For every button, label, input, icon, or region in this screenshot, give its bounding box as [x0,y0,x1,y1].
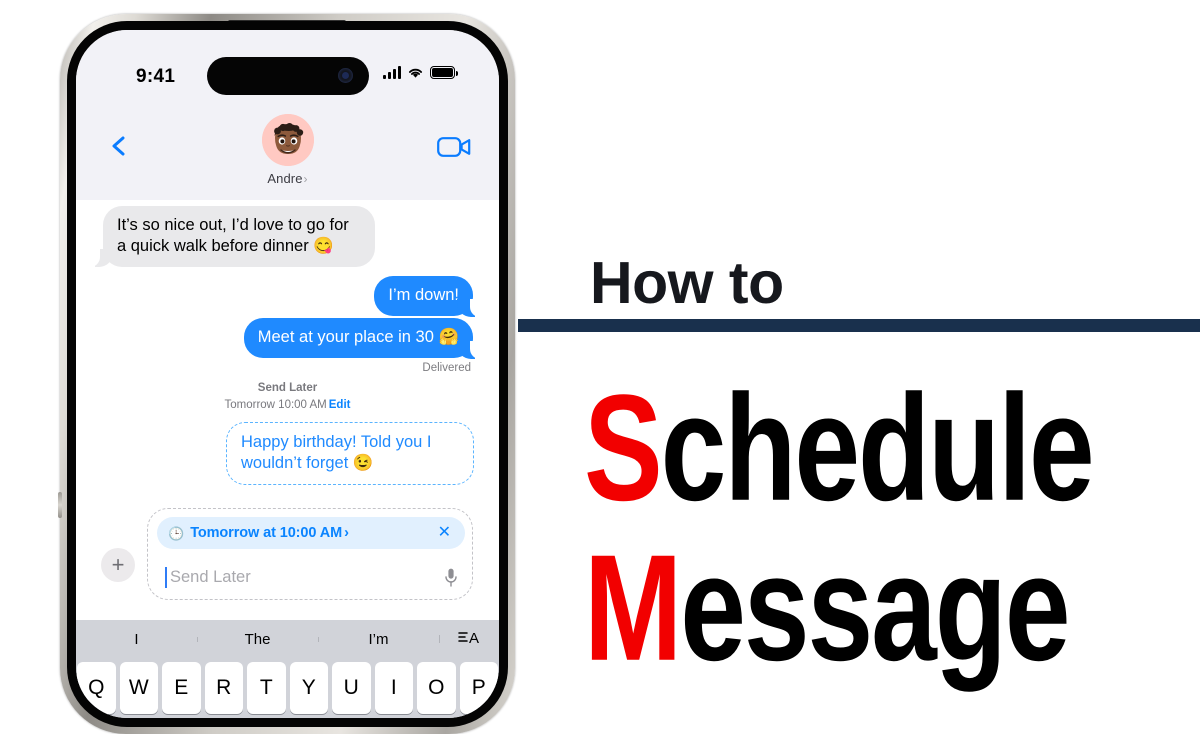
compose-field-container[interactable]: 🕒 Tomorrow at 10:00 AM › ✕ Send Later [147,508,473,600]
microphone-icon[interactable] [445,568,457,587]
key-o[interactable]: O [417,662,456,714]
add-attachment-button[interactable]: + [101,548,135,582]
key-u[interactable]: U [332,662,371,714]
clock-icon: 🕒 [168,525,185,541]
message-text: Meet at your place in 30 🤗 [257,328,459,346]
headline-rest-chedule: chedule [660,364,1095,533]
phone-screen: 9:41 Andre› It’s so nice out, I’d love t… [76,30,499,718]
key-p[interactable]: P [459,662,498,714]
text-cursor [165,566,167,588]
message-text: It’s so nice out, I’d love to go for a q… [117,216,349,256]
svg-text:A: A [469,630,479,645]
headline-line-message: Message [584,533,1071,684]
schedule-chip[interactable]: 🕒 Tomorrow at 10:00 AM › ✕ [157,517,465,549]
predictive-suggestion-bar: I The I’m A [76,620,499,658]
compose-area: + 🕒 Tomorrow at 10:00 AM › ✕ Send Later [76,500,499,620]
title-panel: How to Schedule Message [518,0,1200,685]
headline-initial-s: S [584,364,663,533]
iphone-mockup: 9:41 Andre› It’s so nice out, I’d love t… [58,14,515,734]
virtual-keyboard: I The I’m A Q W E R T Y U I O P [76,620,499,718]
suggestion-2[interactable]: The [197,631,318,648]
message-bubble-outgoing-2[interactable]: Meet at your place in 30 🤗 [243,318,473,359]
edit-schedule-link[interactable]: Edit [329,399,351,411]
headline-line-schedule: Schedule [584,373,1095,524]
message-text: I’m down! [388,286,459,304]
conversation-header: Andre› [76,102,499,201]
memoji-avatar [261,114,314,166]
front-camera-icon [338,68,353,83]
wifi-icon [408,68,423,78]
text-format-button[interactable]: A [439,629,499,649]
status-bar: 9:41 [76,30,499,102]
key-e[interactable]: E [162,662,201,714]
message-bubble-incoming[interactable]: It’s so nice out, I’d love to go for a q… [103,206,375,268]
battery-icon [430,66,458,79]
key-t[interactable]: T [247,662,286,714]
bubble-tail-incoming [90,249,113,267]
kicker-how-to: How to [590,250,784,316]
key-w[interactable]: W [119,662,158,714]
contact-block[interactable]: Andre› [76,114,499,186]
send-later-title: Send Later [257,382,318,394]
headline-initial-m: M [584,524,682,693]
cellular-bars-icon [383,66,401,79]
title-divider [518,319,1200,332]
contact-name-text: Andre [267,171,303,186]
delivered-status: Delivered [422,362,471,374]
text-format-icon: A [458,630,479,647]
suggestion-3[interactable]: I’m [318,631,439,648]
send-later-when: Tomorrow 10:00 AM [224,398,327,411]
message-input-placeholder: Send Later [170,567,251,586]
schedule-chip-label: Tomorrow at 10:00 AM › [190,525,349,541]
keyboard-top-row: Q W E R T Y U I O P [77,662,498,714]
key-i[interactable]: I [374,662,413,714]
dynamic-island [207,57,369,95]
plus-icon: + [111,552,125,577]
scheduled-message-bubble[interactable]: Happy birthday! Told you I wouldn’t forg… [226,422,474,486]
scheduled-message-text: Happy birthday! Told you I wouldn’t forg… [241,433,432,473]
key-y[interactable]: Y [289,662,328,714]
remove-schedule-button[interactable]: ✕ [438,525,451,541]
key-r[interactable]: R [204,662,243,714]
contact-chevron-icon: › [303,172,308,186]
status-time: 9:41 [136,66,176,87]
phone-side-button[interactable] [58,492,62,518]
schedule-chip-time: Tomorrow at 10:00 AM [190,525,343,541]
contact-name[interactable]: Andre› [76,171,499,186]
send-later-divider: Send Later Tomorrow 10:00 AM Edit [76,380,499,413]
headline-rest-essage: essage [680,524,1070,693]
key-q[interactable]: Q [77,662,116,714]
message-input-row[interactable]: Send Later [148,557,474,597]
status-icons [383,66,458,79]
chevron-right-icon: › [344,525,349,541]
suggestion-1[interactable]: I [76,631,197,648]
